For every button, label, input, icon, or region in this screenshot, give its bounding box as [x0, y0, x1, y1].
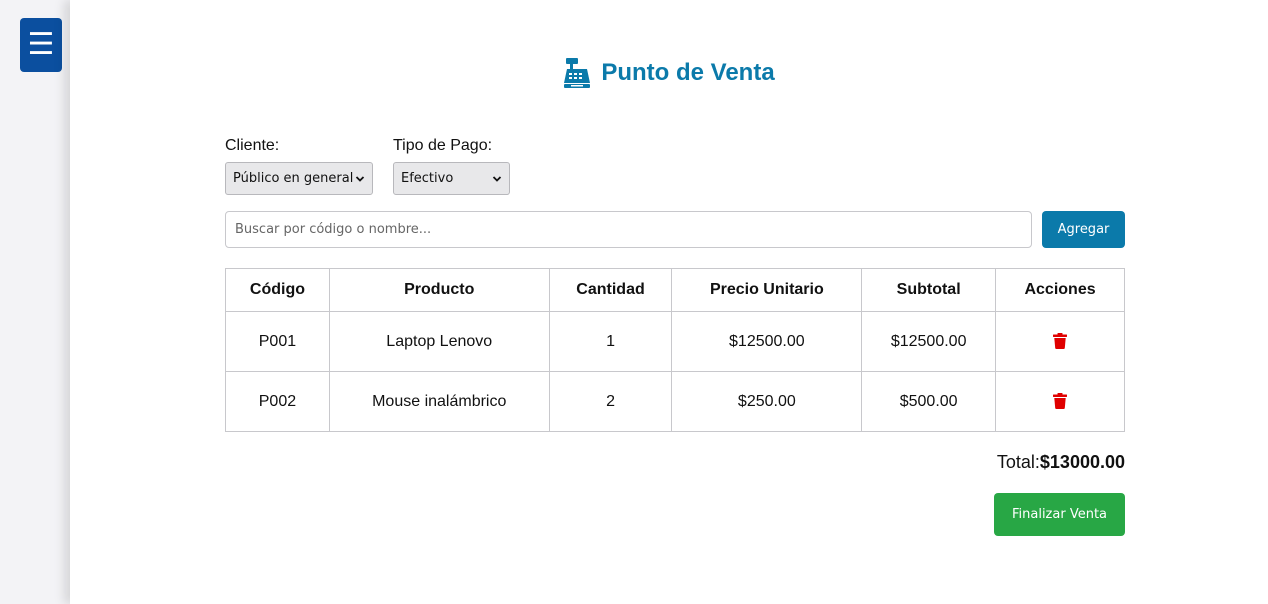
column-header-precio: Precio Unitario	[671, 268, 863, 312]
cell-acciones	[995, 311, 1125, 372]
cliente-select-value: Público en general	[233, 171, 354, 186]
page-title-text: Punto de Venta	[601, 59, 775, 86]
cell-subtotal: $500.00	[861, 371, 997, 432]
trash-icon[interactable]	[1053, 393, 1068, 410]
tipo-pago-label: Tipo de Pago:	[393, 137, 493, 154]
page-title: Punto de Venta	[70, 58, 1268, 88]
cell-producto: Laptop Lenovo	[328, 311, 550, 372]
column-header-producto: Producto	[328, 268, 550, 312]
search-placeholder: Buscar por código o nombre...	[235, 222, 432, 237]
chevron-down-icon	[492, 176, 502, 182]
cliente-label: Cliente:	[225, 137, 280, 154]
cliente-select[interactable]: Público en general	[225, 162, 373, 195]
menu-toggle-button[interactable]: ☰	[20, 18, 62, 72]
cell-codigo: P002	[225, 371, 330, 432]
column-header-cantidad: Cantidad	[548, 268, 673, 312]
hamburger-menu-icon: ☰	[27, 27, 55, 62]
column-header-codigo: Código	[225, 268, 330, 312]
cell-producto: Mouse inalámbrico	[328, 371, 550, 432]
cell-precio: $12500.00	[671, 311, 863, 372]
total-value: $13000.00	[1039, 452, 1125, 472]
cell-cantidad: 2	[548, 371, 673, 432]
chevron-down-icon	[355, 176, 365, 182]
cell-subtotal: $12500.00	[861, 311, 997, 372]
table-row: P001 Laptop Lenovo 1 $12500.00 $12500.00	[225, 311, 1125, 372]
tipo-pago-select[interactable]: Efectivo	[393, 162, 510, 195]
cash-register-icon	[564, 58, 591, 88]
tipo-pago-select-value: Efectivo	[401, 171, 454, 186]
add-button[interactable]: Agregar	[1042, 211, 1125, 248]
total-label: Total:	[996, 452, 1040, 472]
column-header-subtotal: Subtotal	[861, 268, 997, 312]
column-header-acciones: Acciones	[995, 268, 1125, 312]
cell-precio: $250.00	[671, 371, 863, 432]
cell-acciones	[995, 371, 1125, 432]
finalizar-venta-button[interactable]: Finalizar Venta	[994, 493, 1125, 536]
table-row: P002 Mouse inalámbrico 2 $250.00 $500.00	[225, 371, 1125, 432]
total-display: Total:$13000.00	[997, 452, 1125, 473]
cell-cantidad: 1	[548, 311, 673, 372]
sale-items-table: Código Producto Cantidad Precio Unitario…	[225, 268, 1125, 432]
search-input[interactable]: Buscar por código o nombre...	[225, 211, 1032, 248]
trash-icon[interactable]	[1053, 333, 1068, 350]
table-header-row: Código Producto Cantidad Precio Unitario…	[225, 268, 1125, 312]
sidebar: ☰	[0, 0, 70, 604]
cell-codigo: P001	[225, 311, 330, 372]
main-panel: Punto de Venta Cliente: Público en gener…	[70, 0, 1268, 604]
